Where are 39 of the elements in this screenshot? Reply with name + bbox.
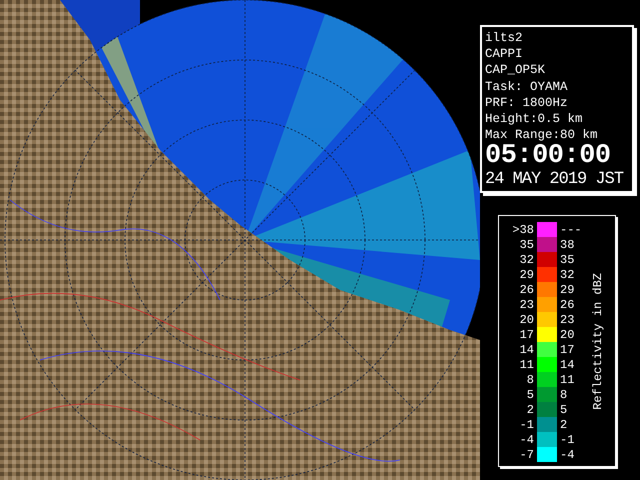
- legend-value: 2: [559, 418, 568, 432]
- info-text: ilts2: [485, 30, 524, 46]
- legend-value: -7: [518, 448, 535, 462]
- legend-value: 11: [559, 372, 576, 386]
- legend-value: 8: [526, 372, 535, 386]
- time-text: 05:00:00: [485, 143, 612, 170]
- legend-value: 8: [559, 388, 568, 402]
- legend-value: 29: [518, 268, 535, 282]
- legend-value: 20: [518, 312, 535, 326]
- info-text: Height:0.5 km: [485, 111, 584, 128]
- info-text: Max Range:80 km: [485, 127, 599, 144]
- legend-value: 20: [559, 328, 576, 342]
- legend-value: 5: [559, 402, 568, 416]
- legend-value: -4: [559, 448, 576, 462]
- date-text: 24 MAY 2019 JST: [485, 170, 624, 190]
- info-text: PRF: 1800Hz: [485, 94, 569, 112]
- legend-value: -1: [559, 432, 576, 446]
- info-text: CAP_OP5K: [485, 62, 546, 79]
- legend-value: -4: [518, 432, 535, 446]
- info-text: CAPPI: [485, 46, 524, 62]
- legend-value: 2: [526, 402, 535, 416]
- legend-value: 5: [526, 388, 535, 402]
- legend-value: 38: [559, 238, 576, 252]
- legend-value: 14: [518, 342, 535, 356]
- legend-value: 35: [559, 252, 576, 266]
- legend-value: 14: [559, 358, 576, 372]
- legend-value: 32: [518, 252, 535, 266]
- legend-value: -1: [518, 418, 535, 432]
- legend-value: 23: [559, 312, 576, 326]
- legend-value: 17: [518, 328, 535, 342]
- legend-value: 35: [518, 238, 535, 252]
- legend-value: 23: [518, 298, 535, 312]
- legend-value: 26: [518, 282, 535, 296]
- legend-title: Reflectivity in dBZ: [591, 272, 605, 410]
- legend-value: 17: [559, 342, 576, 356]
- legend-value: >38: [511, 222, 535, 236]
- info-text: Task: OYAMA: [485, 78, 569, 95]
- legend-value: 11: [518, 358, 535, 372]
- legend-value: ---: [559, 222, 583, 236]
